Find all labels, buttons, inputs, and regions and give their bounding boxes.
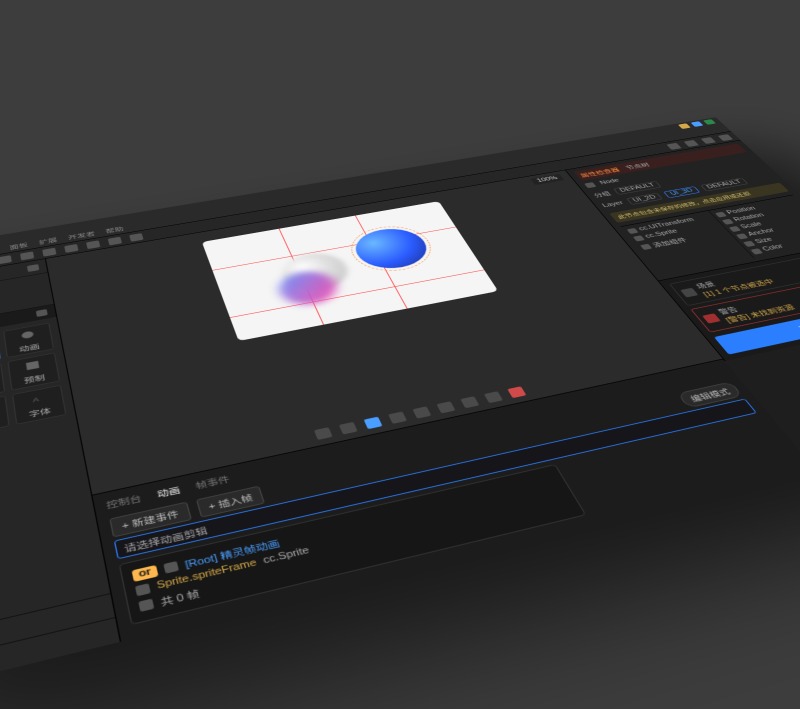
tile-label: 字体 bbox=[28, 405, 51, 419]
grid-icon[interactable] bbox=[314, 427, 333, 440]
guide-icon[interactable] bbox=[388, 411, 407, 423]
pause-icon[interactable] bbox=[683, 140, 698, 147]
tab-nodetree[interactable]: 节点树 bbox=[623, 161, 651, 171]
zoom-badge[interactable]: 100% bbox=[530, 174, 564, 185]
layer-chip[interactable]: UI_2D bbox=[626, 193, 663, 205]
prop-icon bbox=[715, 211, 727, 217]
layer-icon[interactable] bbox=[437, 401, 456, 413]
prop-icon bbox=[736, 233, 748, 239]
align-bottom-icon[interactable] bbox=[86, 240, 100, 249]
layer-chip-active[interactable]: UI_3D bbox=[663, 186, 700, 198]
component-icon bbox=[626, 228, 638, 234]
group-label: 分组 bbox=[591, 190, 612, 199]
svg-text:A: A bbox=[32, 397, 40, 404]
align-right-icon[interactable] bbox=[20, 251, 34, 260]
dist-h-icon[interactable] bbox=[108, 236, 122, 245]
tile-label: 动画 bbox=[18, 341, 40, 354]
frame-icon bbox=[138, 599, 154, 612]
prop-icon bbox=[750, 248, 763, 254]
tile-font[interactable]: A字体 bbox=[12, 385, 67, 425]
align-top-icon[interactable] bbox=[42, 247, 56, 256]
tile-anim[interactable]: 动画 bbox=[3, 323, 54, 358]
dist-v-icon[interactable] bbox=[129, 233, 143, 242]
search-icon[interactable] bbox=[36, 309, 48, 317]
snap-icon[interactable] bbox=[339, 422, 358, 435]
node-icon bbox=[163, 561, 179, 574]
component-icon bbox=[633, 235, 645, 241]
align-middle-icon[interactable] bbox=[64, 244, 78, 253]
tab-console[interactable]: 控制台 bbox=[105, 492, 142, 511]
scene-icon bbox=[680, 288, 698, 298]
plus-icon bbox=[640, 243, 652, 249]
tab-animation[interactable]: 动画 bbox=[156, 483, 182, 499]
guide-h[interactable] bbox=[230, 270, 485, 318]
layer-label: Layer bbox=[601, 200, 625, 208]
prop-icon bbox=[722, 219, 734, 225]
tab-events[interactable]: 帧事件 bbox=[194, 473, 231, 492]
tile-prefab[interactable]: 预制 bbox=[7, 353, 60, 391]
settings-icon[interactable] bbox=[718, 134, 733, 141]
step-icon[interactable] bbox=[701, 137, 716, 144]
prop-icon bbox=[729, 226, 741, 232]
tile-label: 预制 bbox=[23, 372, 46, 385]
search-icon[interactable] bbox=[27, 264, 39, 272]
checkbox-icon[interactable] bbox=[584, 182, 596, 188]
play-icon[interactable] bbox=[666, 143, 681, 150]
align-center-icon[interactable] bbox=[0, 255, 12, 264]
error-icon[interactable] bbox=[507, 386, 526, 398]
node-name[interactable]: Node bbox=[599, 178, 621, 186]
ruler-icon[interactable] bbox=[364, 417, 383, 430]
warning-icon bbox=[702, 313, 721, 323]
prop-icon bbox=[743, 240, 756, 246]
lock-icon[interactable] bbox=[412, 406, 431, 418]
left-footer: 设置 文件夹 bbox=[0, 593, 120, 697]
info-icon[interactable] bbox=[460, 396, 479, 408]
app-window: Cocos Creator 文件 编辑 节点 组件 项目 面板 扩展 开发者 帮… bbox=[0, 117, 800, 709]
tile-particle[interactable]: 粒子 bbox=[0, 395, 9, 436]
refresh-icon[interactable] bbox=[484, 391, 503, 403]
